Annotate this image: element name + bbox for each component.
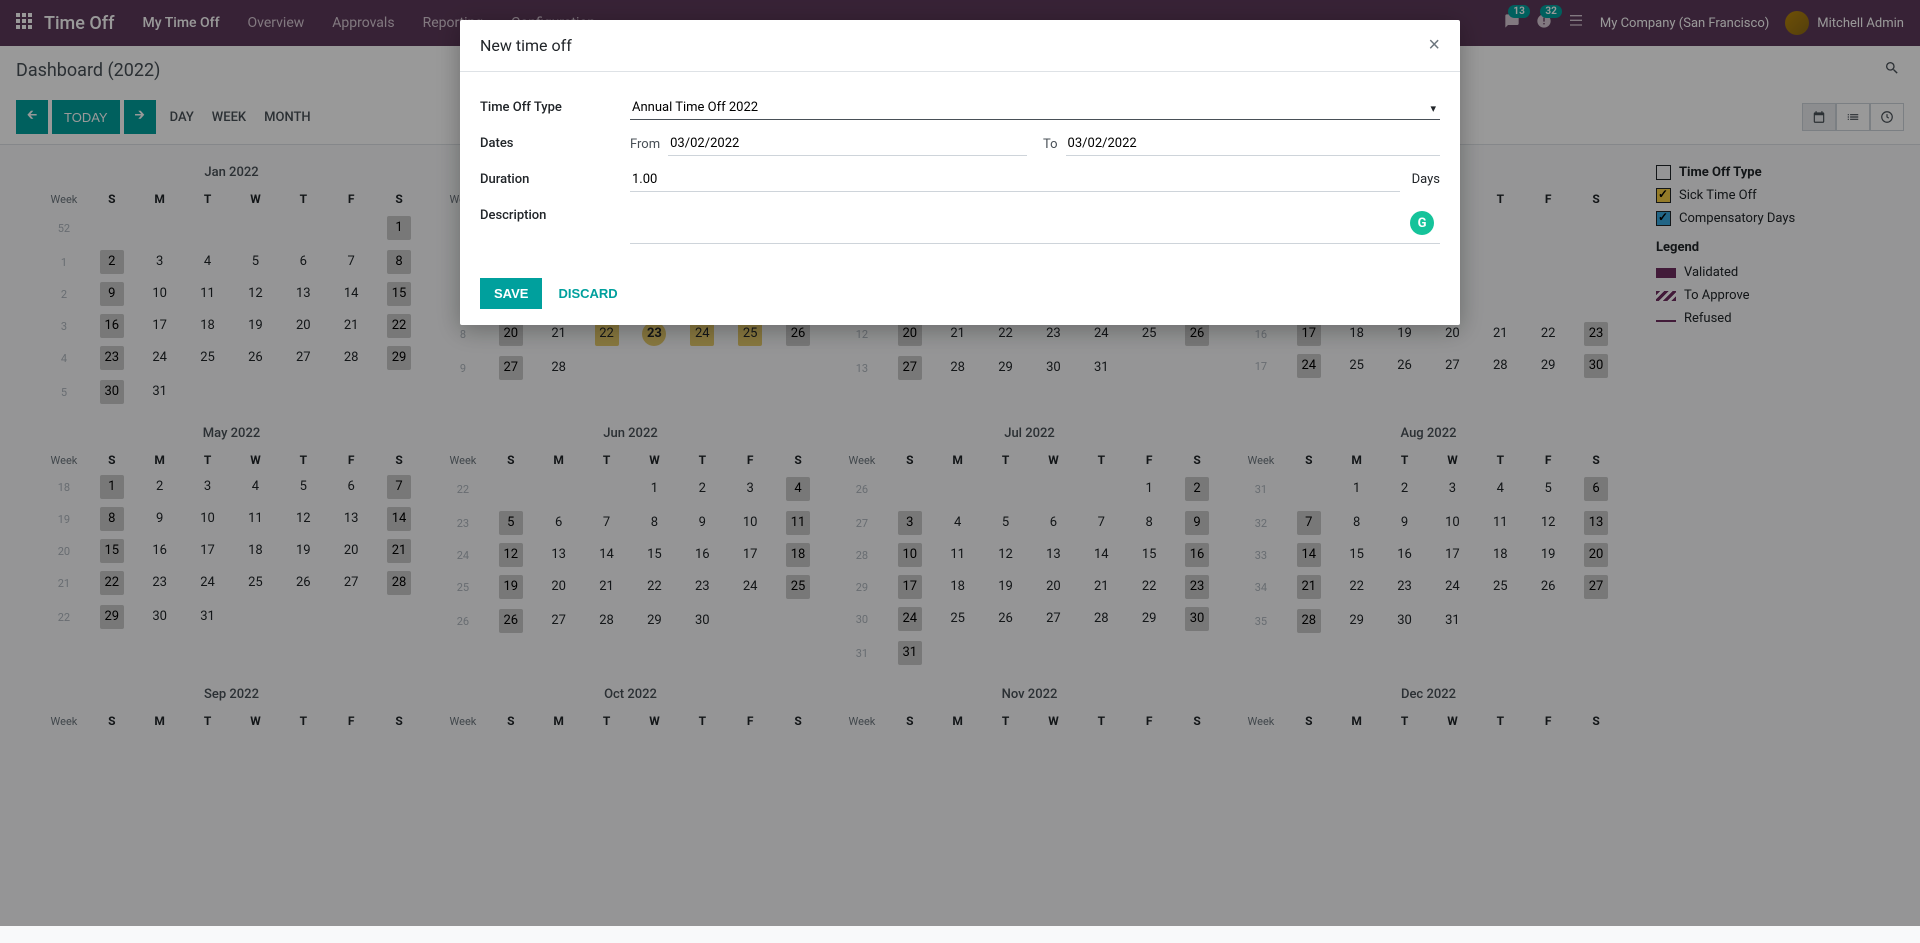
label-duration: Duration: [480, 168, 630, 187]
modal-title: New time off: [480, 36, 572, 55]
discard-button[interactable]: DISCARD: [558, 286, 617, 301]
chevron-down-icon[interactable]: ▾: [1430, 102, 1436, 115]
label-from: From: [630, 137, 660, 152]
duration-input[interactable]: [630, 168, 1400, 192]
modal-overlay[interactable]: New time off × Time Off Type ▾ Dates Fro…: [0, 0, 1920, 926]
date-to-input[interactable]: [1066, 132, 1440, 156]
type-input[interactable]: [630, 96, 1440, 119]
new-time-off-modal: New time off × Time Off Type ▾ Dates Fro…: [460, 20, 1460, 325]
time-off-type-select[interactable]: ▾: [630, 96, 1440, 120]
date-from-input[interactable]: [668, 132, 1027, 156]
grammarly-icon[interactable]: G: [1410, 211, 1434, 235]
label-type: Time Off Type: [480, 96, 630, 115]
duration-unit: Days: [1412, 172, 1440, 187]
label-dates: Dates: [480, 132, 630, 151]
label-description: Description: [480, 204, 630, 223]
close-icon[interactable]: ×: [1428, 34, 1440, 57]
description-input[interactable]: G: [630, 204, 1440, 244]
label-to: To: [1043, 137, 1058, 152]
save-button[interactable]: SAVE: [480, 278, 542, 309]
